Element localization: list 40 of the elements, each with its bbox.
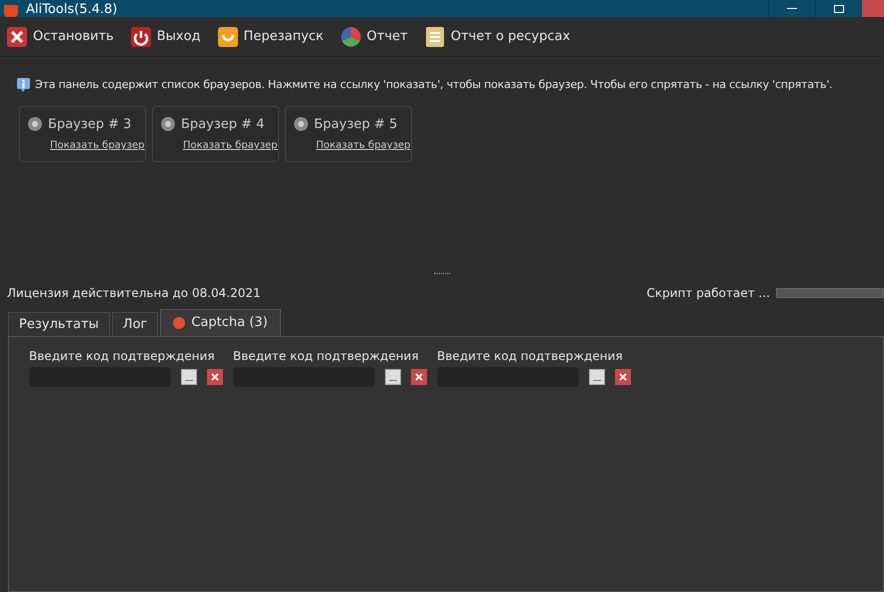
submit-button[interactable] (385, 369, 401, 385)
captcha-label: Введите код подтверждения (29, 348, 216, 365)
close-icon (619, 373, 627, 381)
show-browser-link[interactable]: Показать браузер (50, 138, 145, 153)
list-icon (424, 26, 446, 48)
app-icon (4, 5, 18, 17)
tab[interactable]: Captcha (3) (160, 309, 281, 336)
show-browser-link[interactable]: Показать браузер (183, 138, 278, 153)
close-button[interactable] (207, 369, 223, 385)
submit-button[interactable] (589, 369, 605, 385)
captcha-label: Введите код подтверждения (437, 348, 624, 365)
refresh-icon (216, 26, 239, 48)
license-text: Лицензия действительна до 08.04.2021 (7, 285, 261, 302)
captcha-label: Введите код подтверждения (233, 348, 420, 365)
browser-name: Браузер # 3 (48, 116, 132, 134)
power-icon (130, 26, 152, 48)
browser-name: Браузер # 5 (314, 116, 398, 134)
info-text: Эта панель содержит список браузеров. Нажмите на ссылку 'показать', чтобы показать браузер. Чтобы его спрятать - на ссылку 'спрятать'. (35, 77, 832, 93)
toolbar-button[interactable]: Отчет о ресурсах (424, 26, 570, 48)
info-icon (17, 78, 30, 92)
close-button[interactable] (411, 369, 427, 385)
close-icon (415, 373, 423, 381)
toolbar-button[interactable]: Остановить (6, 26, 114, 48)
window-title: AliTools(5.4.8) (26, 2, 118, 17)
toolbar-button[interactable]: Отчет (340, 26, 408, 48)
submit-button[interactable] (181, 369, 197, 385)
tab[interactable]: Результаты (8, 312, 110, 336)
browser-icon (161, 117, 175, 132)
close-icon (211, 373, 219, 381)
toolbar-button[interactable]: Перезапуск (216, 26, 324, 48)
close-button[interactable] (615, 369, 631, 385)
close-icon (6, 26, 28, 48)
show-browser-link[interactable]: Показать браузер (316, 138, 411, 153)
toolbar-button[interactable]: Выход (130, 26, 201, 48)
tab[interactable]: Лог (112, 312, 158, 336)
script-status: Скрипт работает ... (646, 285, 770, 302)
browser-icon (28, 117, 42, 132)
browser-name: Браузер # 4 (181, 116, 264, 134)
pie-chart-icon (340, 26, 362, 48)
browser-icon (294, 117, 308, 132)
